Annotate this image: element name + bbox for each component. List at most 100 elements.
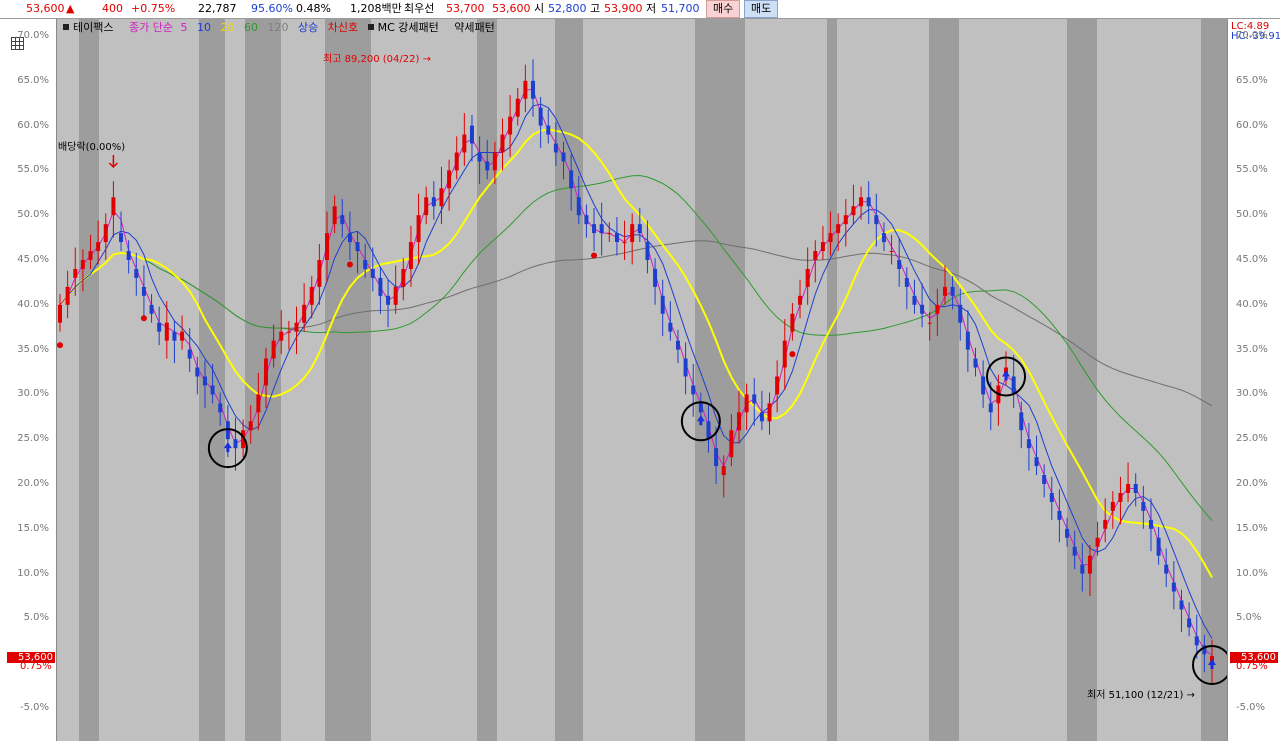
candle-body bbox=[950, 286, 955, 296]
candle-body bbox=[202, 376, 207, 386]
candle-body bbox=[1110, 501, 1115, 511]
candle-body bbox=[843, 215, 848, 225]
open-price: 52,800 bbox=[548, 2, 587, 15]
candle-body bbox=[340, 215, 345, 225]
right-y-axis: LC:4.89 HC:-39.91 70.0% 65.0% 60.0% 55.0% 50… bbox=[1227, 19, 1280, 741]
buy-arrow-icon bbox=[1002, 370, 1011, 381]
y-tick-left: 55.0% bbox=[17, 164, 49, 176]
low-price: 51,700 bbox=[661, 2, 700, 15]
candle-body bbox=[431, 197, 436, 207]
shaded-band bbox=[199, 19, 225, 741]
ex-dividend-annotation: 배당락(0.00%) bbox=[58, 142, 126, 153]
best-ask: 53,700 bbox=[446, 2, 485, 15]
candle-body bbox=[988, 403, 993, 413]
candle-body bbox=[195, 367, 200, 377]
y-tick-right: 65.0% bbox=[1236, 74, 1268, 86]
price-change: 400 bbox=[102, 2, 123, 15]
candle-body bbox=[744, 394, 749, 413]
y-tick-left: -5.0% bbox=[19, 702, 49, 713]
candle-body bbox=[1194, 636, 1199, 646]
candle-body bbox=[500, 134, 505, 153]
chart-plot-area[interactable]: 테이팩스 종가 단순 5 10 20 60 120 상승 차신호 MC 강세패턴… bbox=[57, 19, 1227, 741]
candle-body bbox=[1019, 412, 1024, 431]
candle-body bbox=[553, 143, 558, 153]
ma20-line bbox=[59, 128, 1213, 578]
y-tick-left: 10.0% bbox=[17, 567, 49, 579]
y-tick-right: 40.0% bbox=[1236, 298, 1268, 310]
ma10-line bbox=[59, 103, 1213, 639]
candle-body bbox=[1042, 475, 1047, 484]
shaded-band bbox=[929, 19, 959, 741]
current-price: 53,600 bbox=[26, 2, 65, 15]
y-tick-left: 20.0% bbox=[17, 478, 49, 489]
candle-body bbox=[187, 349, 192, 359]
pattern-dot bbox=[789, 351, 796, 358]
candle-body bbox=[286, 331, 291, 333]
candle-body bbox=[790, 313, 795, 332]
candle-body bbox=[531, 80, 536, 99]
candle-body bbox=[462, 134, 467, 153]
legend-signal: 차신호 bbox=[327, 21, 359, 34]
y-tick-right: 70.0% bbox=[1236, 30, 1268, 41]
candle-body bbox=[1057, 510, 1062, 520]
candle-body bbox=[660, 295, 665, 314]
low-annotation: 최저 51,100 (12/21) → bbox=[1087, 690, 1195, 701]
candle-body bbox=[401, 268, 406, 287]
shaded-band bbox=[827, 19, 837, 741]
candle-body bbox=[958, 304, 963, 323]
candle-body bbox=[1087, 555, 1092, 574]
candle-body bbox=[614, 233, 619, 243]
buy-arrow-icon bbox=[223, 442, 232, 453]
quote-bar: 53,600 ▲ 400 +0.75% 22,787 95.60% 0.48% … bbox=[0, 0, 1280, 19]
candle-body bbox=[607, 233, 612, 235]
candle-body bbox=[363, 260, 368, 269]
candle-body bbox=[706, 421, 711, 440]
candle-body bbox=[1011, 376, 1016, 395]
ma5-line bbox=[59, 89, 1213, 656]
y-tick-right: 30.0% bbox=[1236, 388, 1268, 400]
chart-legend: 테이팩스 종가 단순 5 10 20 60 120 상승 차신호 MC 강세패턴… bbox=[57, 21, 501, 35]
candle-body bbox=[637, 224, 642, 234]
candle-body bbox=[904, 277, 909, 287]
best-bid-label: 최우선 bbox=[404, 2, 435, 15]
candle-body bbox=[630, 224, 635, 243]
candlestick-chart bbox=[57, 19, 1227, 741]
candle-body bbox=[1156, 537, 1161, 556]
buy-button[interactable]: 매수 bbox=[706, 0, 741, 18]
y-tick-right: 35.0% bbox=[1236, 343, 1268, 355]
candle-body bbox=[347, 233, 352, 243]
shaded-band bbox=[1067, 19, 1097, 741]
last-pct-right: 0.75% bbox=[1236, 661, 1268, 672]
best-bid: 53,600 bbox=[492, 2, 531, 15]
legend-pattern-strong: MC 강세패턴 bbox=[367, 21, 445, 34]
candle-body bbox=[302, 304, 307, 323]
y-tick-right: -5.0% bbox=[1236, 702, 1266, 713]
open-label: 시 bbox=[534, 2, 545, 15]
candle-body bbox=[1103, 519, 1108, 529]
sell-button[interactable]: 매도 bbox=[744, 0, 779, 18]
legend-ma10: 10 bbox=[196, 21, 211, 34]
candle-body bbox=[233, 439, 238, 449]
candle-body bbox=[210, 385, 215, 395]
candle-body bbox=[1072, 546, 1077, 556]
candle-body bbox=[675, 340, 680, 350]
candle-body bbox=[942, 286, 947, 296]
high-price: 53,900 bbox=[604, 2, 643, 15]
candle-body bbox=[225, 421, 230, 440]
shaded-band bbox=[325, 19, 355, 741]
candle-body bbox=[103, 224, 108, 243]
shaded-band bbox=[695, 19, 745, 741]
legend-pattern-weak: 약세패턴 bbox=[454, 21, 495, 34]
candle-body bbox=[889, 251, 894, 253]
candle-body bbox=[859, 197, 864, 207]
candle-body bbox=[279, 331, 284, 341]
candle-body bbox=[965, 331, 970, 350]
pattern-dot bbox=[140, 315, 147, 322]
candle-body bbox=[325, 233, 330, 260]
candle-body bbox=[447, 170, 452, 189]
candle-body bbox=[1049, 492, 1054, 502]
y-tick-left: 25.0% bbox=[17, 433, 49, 445]
candle-body bbox=[828, 233, 833, 243]
shaded-band bbox=[79, 19, 99, 741]
candle-body bbox=[805, 268, 810, 287]
